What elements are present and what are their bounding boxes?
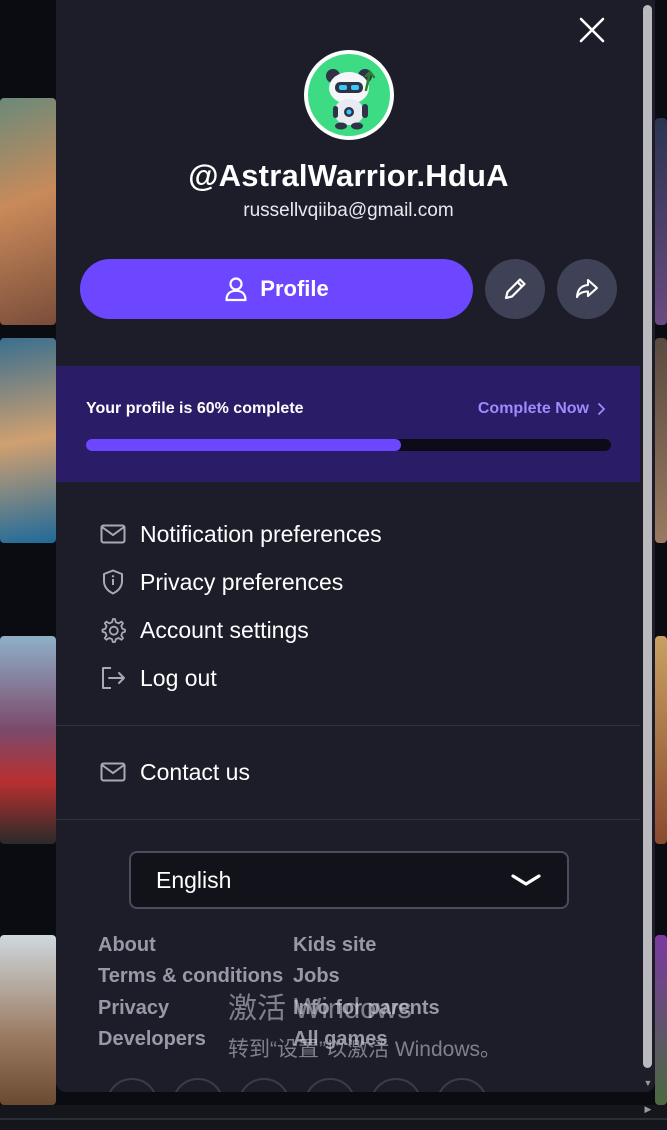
menu-item-label: Account settings [140, 616, 309, 643]
menu-item-log-out[interactable]: Log out [100, 661, 217, 695]
close-icon [579, 17, 605, 43]
logout-icon [100, 665, 126, 691]
menu-item-label: Notification preferences [140, 520, 382, 547]
scroll-right-arrow-icon[interactable]: ▶ [643, 1104, 653, 1118]
background-game-grid [0, 0, 56, 1105]
game-thumbnail [655, 118, 667, 325]
profile-button[interactable]: Profile [80, 259, 473, 319]
footer-link-info-for-parents[interactable]: Info for parents [293, 997, 440, 1020]
footer-link-privacy[interactable]: Privacy [98, 997, 169, 1020]
social-link-icon[interactable] [436, 1078, 488, 1092]
menu-item-label: Contact us [140, 758, 250, 785]
footer-link-developers[interactable]: Developers [98, 1028, 206, 1051]
gear-icon [100, 617, 126, 643]
profile-progress-fill [86, 439, 401, 451]
profile-menu-panel: @AstralWarrior.HduA russellvqiiba@gmail.… [56, 0, 655, 1092]
footer-link-all-games[interactable]: All games [293, 1028, 387, 1051]
avatar[interactable] [304, 50, 394, 140]
menu-item-label: Privacy preferences [140, 568, 344, 595]
menu-item-contact-us[interactable]: Contact us [100, 755, 250, 789]
scrollbar-thumb[interactable] [643, 5, 652, 1068]
close-button[interactable] [574, 12, 610, 48]
complete-now-label: Complete Now [477, 400, 589, 417]
menu-item-privacy-preferences[interactable]: Privacy preferences [100, 565, 343, 599]
game-thumbnail [0, 98, 56, 325]
footer-link-terms[interactable]: Terms & conditions [98, 965, 283, 988]
language-selected-value: English [156, 866, 232, 893]
game-thumbnail [0, 338, 56, 543]
game-thumbnail [655, 935, 667, 1105]
mail-icon [100, 759, 126, 785]
profile-button-label: Profile [260, 276, 329, 301]
scroll-down-arrow-icon[interactable]: ▼ [643, 1078, 653, 1092]
profile-completion-card: Your profile is 60% complete Complete No… [56, 366, 640, 482]
background-game-grid-right [655, 0, 667, 1105]
footer-link-about[interactable]: About [98, 934, 156, 957]
username: @AstralWarrior.HduA [188, 158, 509, 193]
social-link-icon[interactable] [106, 1078, 158, 1092]
profile-completion-text: Your profile is 60% complete [86, 400, 304, 417]
edit-profile-button[interactable] [485, 259, 545, 319]
menu-item-account-settings[interactable]: Account settings [100, 613, 309, 647]
divider [56, 819, 640, 820]
user-email: russellvqiiba@gmail.com [243, 200, 454, 221]
pencil-icon [504, 278, 526, 300]
chevron-down-icon [511, 874, 541, 886]
mail-icon [100, 521, 126, 547]
social-link-icon[interactable] [304, 1078, 356, 1092]
share-profile-button[interactable] [557, 259, 617, 319]
footer-link-jobs[interactable]: Jobs [293, 965, 340, 988]
menu-item-notification-preferences[interactable]: Notification preferences [100, 517, 382, 551]
share-arrow-icon [575, 278, 599, 299]
social-link-icon[interactable] [370, 1078, 422, 1092]
menu-item-label: Log out [140, 664, 217, 691]
footer-link-kids-site[interactable]: Kids site [293, 934, 376, 957]
game-thumbnail [0, 636, 56, 844]
user-icon [225, 277, 247, 302]
shield-icon [100, 569, 126, 595]
game-thumbnail [655, 338, 667, 543]
divider [56, 725, 640, 726]
complete-now-link[interactable]: Complete Now [478, 400, 606, 418]
social-link-icon[interactable] [172, 1078, 224, 1092]
divider [0, 1118, 667, 1120]
social-link-icon[interactable] [238, 1078, 290, 1092]
game-thumbnail [655, 636, 667, 844]
game-thumbnail [0, 935, 56, 1105]
chevron-right-icon [597, 402, 606, 416]
language-select[interactable]: English [129, 851, 569, 909]
profile-progress-bar [86, 439, 611, 451]
robot-panda-avatar-icon [308, 54, 390, 136]
